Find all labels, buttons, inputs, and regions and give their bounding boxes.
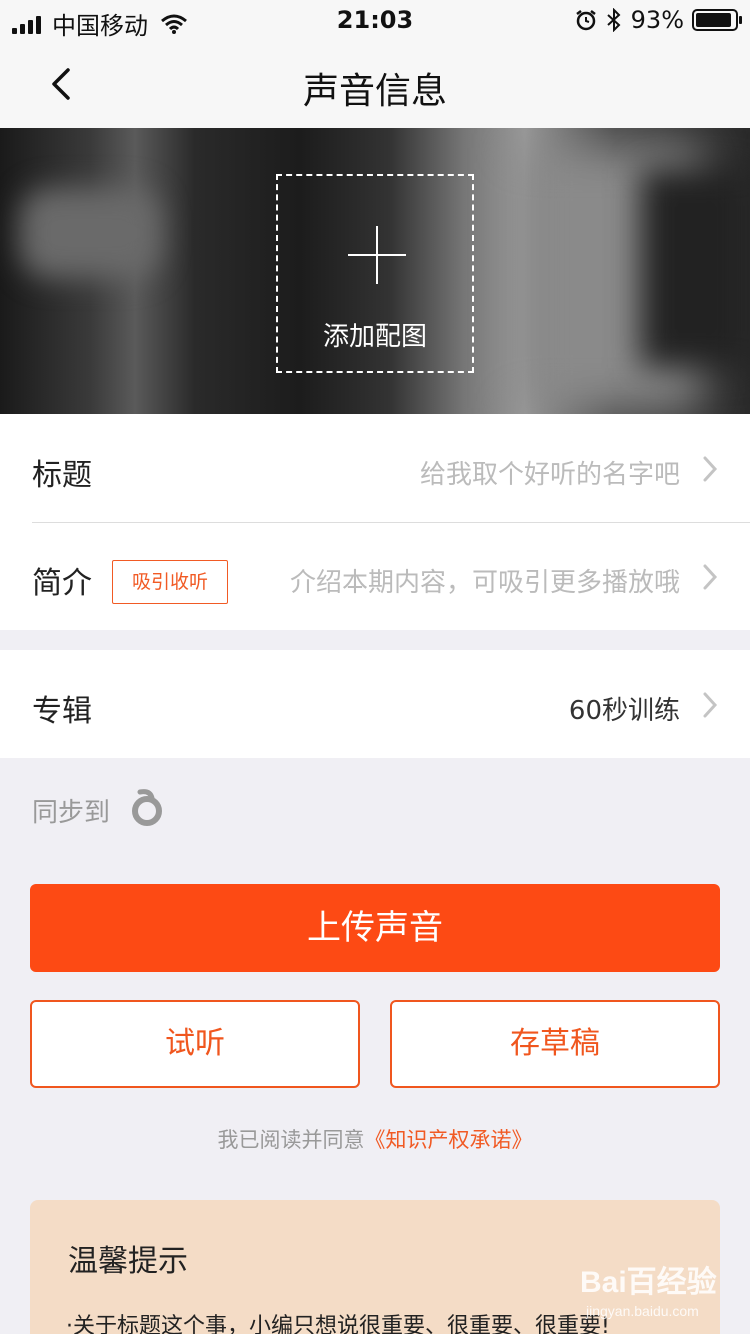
add-cover-label: 添加配图 [322, 322, 427, 352]
album-value: 60秒训练 [568, 696, 680, 726]
battery-icon [692, 9, 742, 31]
status-bar: 中国移动 21:03 93% [0, 0, 750, 40]
intro-tag: 吸引收听 [112, 560, 228, 604]
svg-text:jingyan.baidu.com: jingyan.baidu.com [585, 1303, 699, 1319]
chevron-right-icon [703, 692, 718, 718]
intro-label: 简介 [32, 566, 92, 601]
chevron-right-icon [703, 456, 718, 482]
title-label: 标题 [32, 458, 92, 493]
tips-text: ·关于标题这个事，小编只想说很重要、很重要、很重要! [66, 1314, 610, 1334]
page-title: 声音信息 [302, 71, 447, 112]
album-label: 专辑 [32, 694, 92, 729]
title-row[interactable]: 标题 给我取个好听的名字吧 [0, 414, 750, 522]
agreement-prefix: 我已阅读并同意 [217, 1128, 365, 1152]
baidu-jingyan-watermark: Bai百经验 jingyan.baidu.com [580, 1265, 717, 1319]
upload-button[interactable]: 上传声音 [30, 884, 720, 972]
title-placeholder: 给我取个好听的名字吧 [419, 460, 680, 490]
add-cover-button[interactable]: 添加配图 [276, 174, 474, 373]
intro-placeholder: 介绍本期内容，可吸引更多播放哦 [289, 568, 680, 598]
nav-bar: 声音信息 [0, 40, 750, 128]
album-row[interactable]: 专辑 60秒训练 [0, 650, 750, 758]
alarm-icon [575, 10, 596, 31]
sync-platform-icon[interactable] [130, 788, 164, 828]
agreement-text: 我已阅读并同意《知识产权承诺》 [0, 1124, 750, 1154]
save-draft-button[interactable]: 存草稿 [390, 1000, 720, 1088]
battery-percent: 93% [630, 6, 684, 34]
bluetooth-icon [606, 8, 621, 32]
tips-title: 温馨提示 [68, 1244, 188, 1279]
chevron-right-icon [703, 564, 718, 590]
info-section: 标题 给我取个好听的名字吧 简介 吸引收听 介绍本期内容，可吸引更多播放哦 [0, 414, 750, 630]
plus-icon [348, 226, 406, 284]
svg-text:Bai百经验: Bai百经验 [580, 1265, 717, 1299]
preview-button[interactable]: 试听 [30, 1000, 360, 1088]
ip-commitment-link[interactable]: 《知识产权承诺》 [365, 1128, 533, 1152]
status-right: 93% [575, 6, 742, 34]
intro-row[interactable]: 简介 吸引收听 介绍本期内容，可吸引更多播放哦 [0, 522, 750, 630]
sync-label: 同步到 [32, 798, 111, 828]
